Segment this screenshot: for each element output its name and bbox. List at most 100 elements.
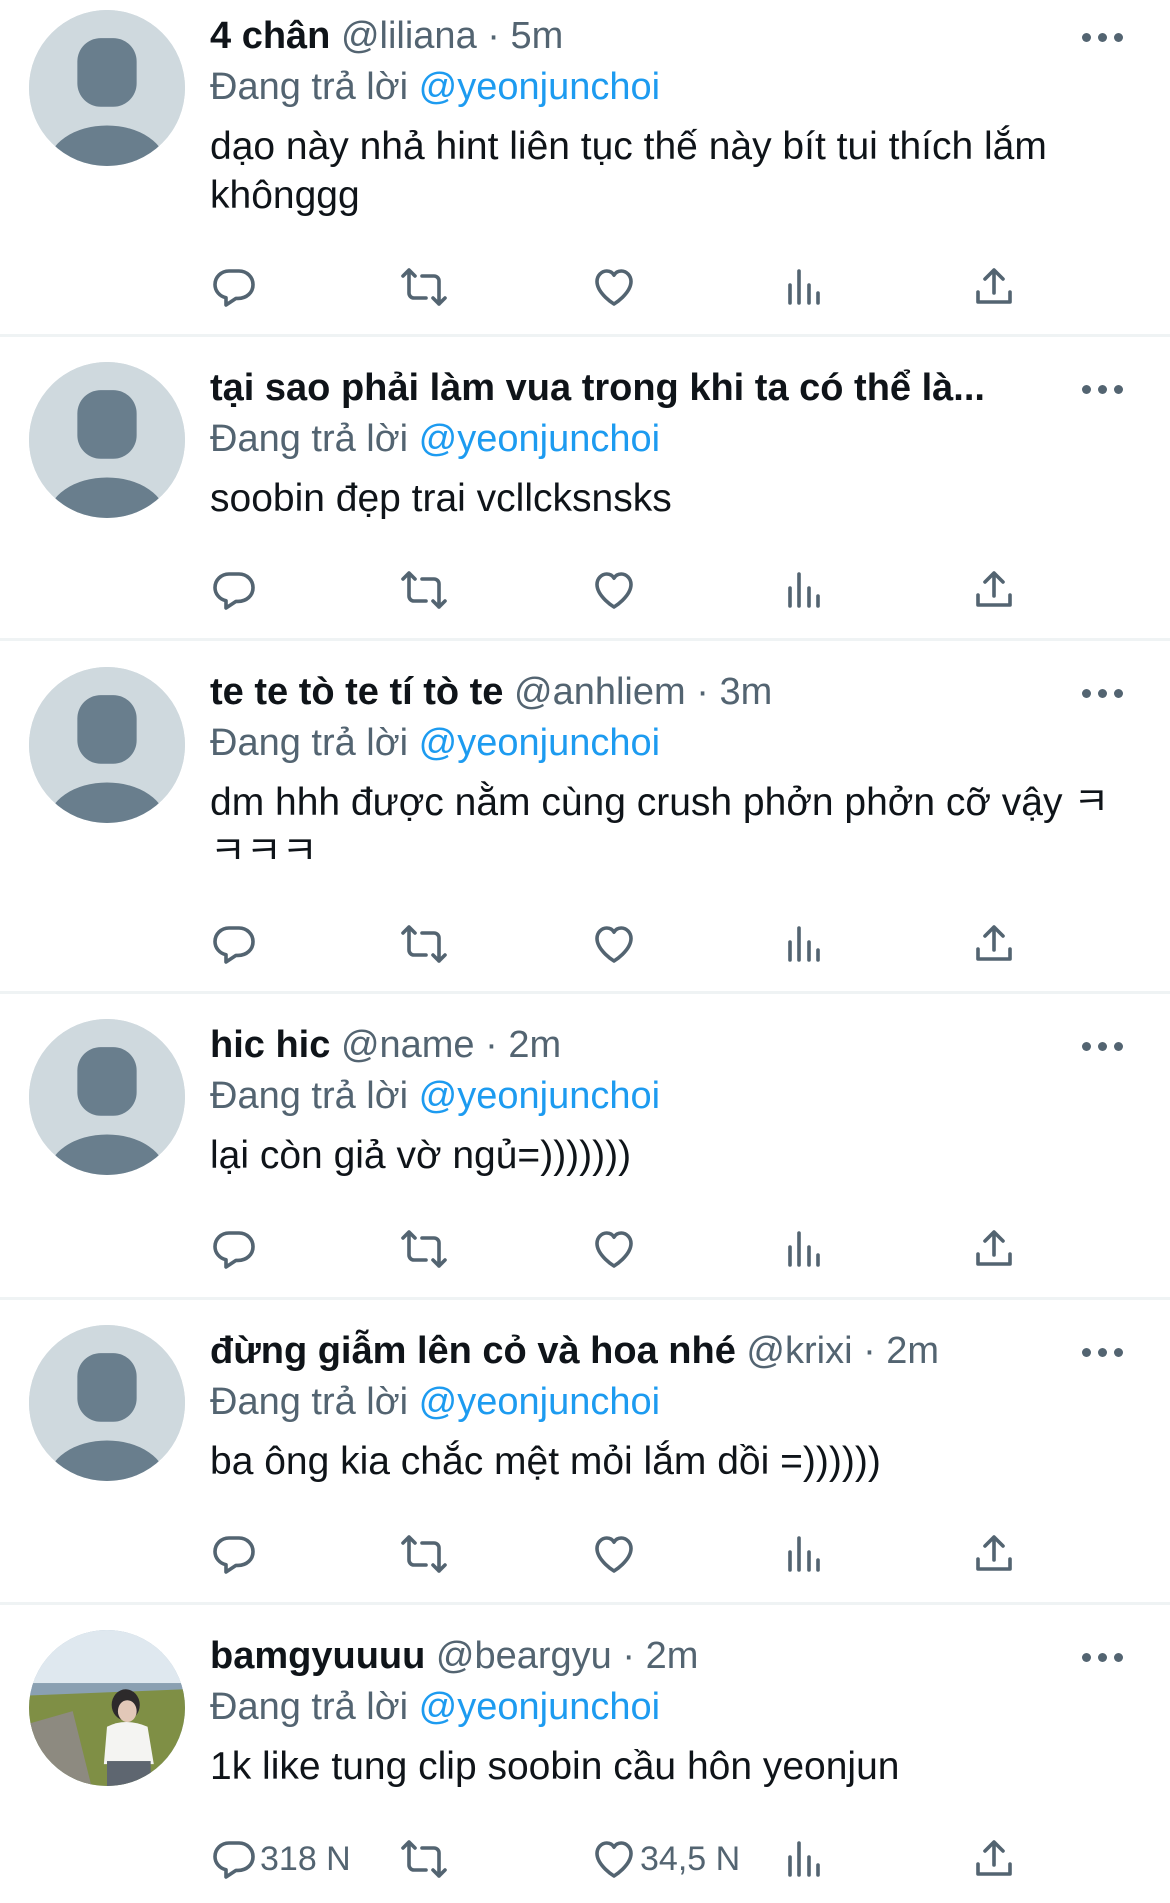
tweet[interactable]: đừng giẫm lên cỏ và hoa nhé @krixi · 2m …	[0, 1300, 1170, 1605]
timestamp[interactable]: 2m	[646, 1635, 699, 1677]
analytics-button[interactable]	[780, 1829, 828, 1889]
retweet-button[interactable]	[400, 914, 448, 974]
like-button[interactable]	[590, 257, 640, 317]
tweet[interactable]: bamgyuuuu @beargyu · 2m Đang trả lời @ye…	[0, 1605, 1170, 1903]
analytics-button[interactable]	[780, 1524, 828, 1584]
analytics-icon	[788, 1841, 820, 1877]
separator-dot: ·	[487, 15, 500, 57]
avatar[interactable]	[29, 10, 185, 166]
share-button[interactable]	[970, 1219, 1018, 1279]
tweet[interactable]: tại sao phải làm vua trong khi ta có thể…	[0, 337, 1170, 641]
display-name[interactable]: te te tò te tí tò te	[210, 671, 503, 713]
default-avatar-icon	[29, 667, 185, 823]
reply-icon	[213, 269, 255, 307]
display-name[interactable]: tại sao phải làm vua trong khi ta có thể…	[210, 367, 985, 409]
action-bar	[210, 1524, 1130, 1584]
like-button[interactable]	[590, 1524, 640, 1584]
reply-button[interactable]	[210, 257, 260, 317]
user-handle[interactable]: @beargyu	[436, 1635, 612, 1677]
avatar[interactable]	[29, 362, 185, 518]
tweet[interactable]: te te tò te tí tò te @anhliem · 3m Đang …	[0, 641, 1170, 994]
share-button[interactable]	[970, 914, 1018, 974]
reply-context: Đang trả lời @yeonjunchoi	[210, 414, 1130, 464]
display-name[interactable]: 4 chân	[210, 15, 330, 57]
display-name[interactable]: hic hic	[210, 1024, 330, 1066]
reply-mention[interactable]: @yeonjunchoi	[419, 1381, 660, 1423]
reply-icon	[213, 572, 255, 610]
more-icon[interactable]	[1082, 379, 1130, 399]
like-icon	[595, 572, 633, 609]
reply-context: Đang trả lời @yeonjunchoi	[210, 1377, 1130, 1427]
tweet-text: 1k like tung clip soobin cầu hôn yeonjun	[210, 1745, 900, 1788]
analytics-button[interactable]	[780, 914, 828, 974]
like-button[interactable]	[590, 560, 640, 620]
avatar[interactable]	[29, 667, 185, 823]
tweet-header: đừng giẫm lên cỏ và hoa nhé @krixi · 2m	[210, 1327, 1130, 1375]
analytics-button[interactable]	[780, 1219, 828, 1279]
reply-prefix: Đang trả lời	[210, 1381, 409, 1423]
more-icon[interactable]	[1082, 1036, 1130, 1056]
display-name[interactable]: đừng giẫm lên cỏ và hoa nhé	[210, 1330, 736, 1372]
reply-button[interactable]	[210, 914, 260, 974]
more-icon[interactable]	[1082, 1647, 1130, 1667]
retweet-button[interactable]	[400, 1524, 448, 1584]
share-button[interactable]	[970, 1524, 1018, 1584]
analytics-button[interactable]	[780, 257, 828, 317]
tweet-text: lại còn giả vờ ngủ=)))))))	[210, 1134, 632, 1177]
reply-button[interactable]	[210, 1524, 260, 1584]
timestamp[interactable]: 3m	[719, 671, 772, 713]
retweet-button[interactable]	[400, 1219, 448, 1279]
retweet-icon	[401, 1230, 447, 1268]
reply-prefix: Đang trả lời	[210, 722, 409, 764]
like-button[interactable]	[590, 914, 640, 974]
reply-mention[interactable]: @yeonjunchoi	[419, 722, 660, 764]
timestamp[interactable]: 2m	[508, 1024, 561, 1066]
user-handle[interactable]: @name	[341, 1024, 475, 1066]
share-button[interactable]	[970, 257, 1018, 317]
reply-mention[interactable]: @yeonjunchoi	[419, 66, 660, 108]
user-handle[interactable]: @anhliem	[514, 671, 686, 713]
retweet-icon	[401, 1840, 447, 1878]
more-icon[interactable]	[1082, 683, 1130, 703]
action-bar	[210, 257, 1130, 317]
avatar[interactable]	[29, 1019, 185, 1175]
reply-mention[interactable]: @yeonjunchoi	[419, 1075, 660, 1117]
retweet-button[interactable]	[400, 560, 448, 620]
like-button[interactable]	[590, 1219, 640, 1279]
more-icon[interactable]	[1082, 27, 1130, 47]
like-count: 34,5 N	[640, 1839, 741, 1878]
reply-mention[interactable]: @yeonjunchoi	[419, 418, 660, 460]
analytics-icon	[788, 269, 820, 305]
share-icon	[976, 1535, 1012, 1571]
retweet-icon	[401, 1535, 447, 1573]
reply-mention[interactable]: @yeonjunchoi	[419, 1686, 660, 1728]
retweet-button[interactable]	[400, 257, 448, 317]
reply-icon	[213, 926, 255, 964]
tweet[interactable]: hic hic @name · 2m Đang trả lời @yeonjun…	[0, 994, 1170, 1300]
reply-button[interactable]	[210, 560, 260, 620]
timestamp[interactable]: 2m	[886, 1330, 939, 1372]
user-handle[interactable]: @krixi	[746, 1330, 852, 1372]
default-avatar-icon	[29, 10, 185, 166]
analytics-button[interactable]	[780, 560, 828, 620]
reply-icon	[213, 1231, 255, 1269]
avatar[interactable]	[29, 1325, 185, 1481]
retweet-button[interactable]	[400, 1829, 448, 1889]
avatar[interactable]	[29, 1630, 185, 1786]
analytics-icon	[788, 1231, 820, 1267]
reply-button[interactable]: 318 N	[210, 1829, 351, 1889]
retweet-icon	[401, 925, 447, 963]
share-button[interactable]	[970, 560, 1018, 620]
reply-button[interactable]	[210, 1219, 260, 1279]
tweet[interactable]: 4 chân @liliana · 5m Đang trả lời @yeonj…	[0, 0, 1170, 337]
like-button[interactable]: 34,5 N	[590, 1829, 740, 1889]
action-bar	[210, 1219, 1130, 1279]
reply-context: Đang trả lời @yeonjunchoi	[210, 1682, 1130, 1732]
display-name[interactable]: bamgyuuuu	[210, 1635, 425, 1677]
user-handle[interactable]: @liliana	[341, 15, 477, 57]
share-button[interactable]	[970, 1829, 1018, 1889]
more-icon[interactable]	[1082, 1342, 1130, 1362]
timestamp[interactable]: 5m	[510, 15, 563, 57]
action-bar	[210, 560, 1130, 620]
reply-icon	[213, 1841, 255, 1879]
